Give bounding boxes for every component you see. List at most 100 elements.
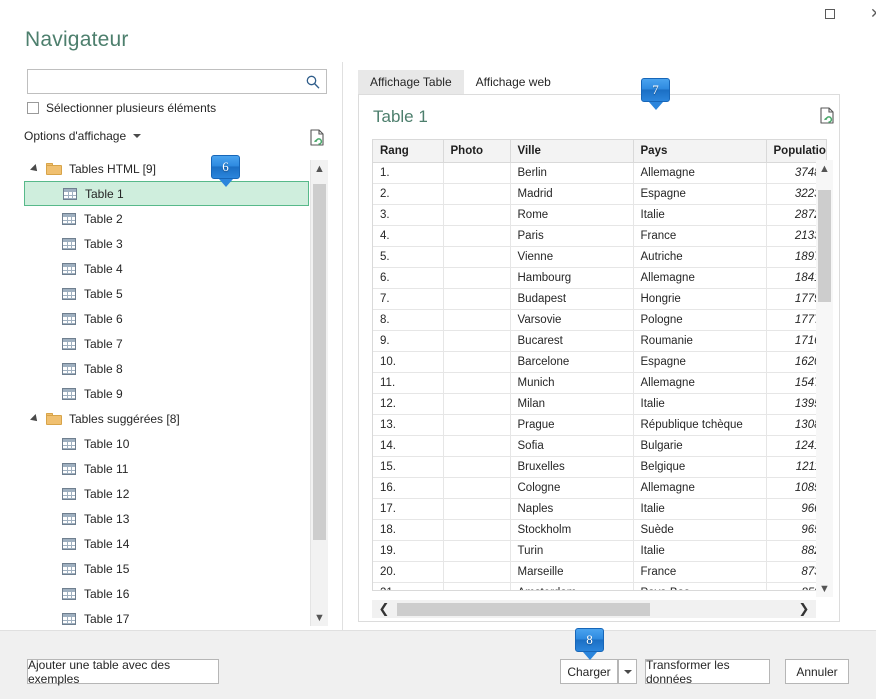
search-input[interactable]	[32, 72, 304, 93]
tree-item-table-1[interactable]: Table 1	[24, 181, 309, 206]
table-row[interactable]: 21.AmsterdamPays-Bas859	[373, 583, 827, 592]
close-button[interactable]: ✕	[853, 0, 876, 28]
cell-ville: Madrid	[510, 184, 633, 205]
table-row[interactable]: 3.RomeItalie2872	[373, 205, 827, 226]
data-grid[interactable]: Rang Photo Ville Pays Population 1.Berli…	[372, 139, 827, 591]
cell-photo	[443, 583, 510, 592]
tree-item-table-2[interactable]: Table 2	[24, 206, 309, 231]
cell-photo	[443, 289, 510, 310]
display-options-dropdown[interactable]: Options d'affichage	[24, 129, 141, 143]
column-header-pays[interactable]: Pays	[633, 140, 766, 163]
grid-horizontal-scrollbar-thumb[interactable]	[397, 603, 650, 616]
tree-scrollbar[interactable]: ▲ ▼	[310, 160, 328, 626]
tree-item-label: Table 11	[84, 462, 128, 476]
folder-icon	[46, 413, 62, 425]
scroll-up-icon[interactable]: ▲	[311, 160, 328, 177]
tree-item-label: Table 10	[84, 437, 129, 451]
select-multiple-row[interactable]: Sélectionner plusieurs éléments	[27, 101, 216, 115]
tree-scrollbar-thumb[interactable]	[313, 184, 326, 540]
tree-item-table-11[interactable]: Table 11	[24, 456, 309, 481]
tree-item-table-10[interactable]: Table 10	[24, 431, 309, 456]
cell-pays: Pologne	[633, 310, 766, 331]
grid-horizontal-scrollbar[interactable]: ❮ ❯	[372, 600, 816, 618]
table-row[interactable]: 10.BarceloneEspagne1620	[373, 352, 827, 373]
load-button[interactable]: Charger	[560, 659, 618, 684]
expand-collapse-icon[interactable]	[30, 164, 40, 174]
refresh-icon[interactable]	[310, 129, 325, 146]
tree-group-label: Tables HTML [9]	[69, 162, 156, 176]
tree-group-tables-html[interactable]: Tables HTML [9]	[24, 156, 309, 181]
tree-item-table-14[interactable]: Table 14	[24, 531, 309, 556]
cell-ville: Rome	[510, 205, 633, 226]
table-row[interactable]: 4.ParisFrance2133	[373, 226, 827, 247]
cell-pays: Pays-Bas	[633, 583, 766, 592]
cell-ville: Budapest	[510, 289, 633, 310]
scroll-down-icon[interactable]: ▼	[311, 609, 328, 626]
scroll-right-icon[interactable]: ❯	[792, 601, 816, 617]
cell-ville: Naples	[510, 499, 633, 520]
table-row[interactable]: 2.MadridEspagne3223	[373, 184, 827, 205]
add-example-table-button[interactable]: Ajouter une table avec des exemples	[27, 659, 219, 684]
table-row[interactable]: 17.NaplesItalie966	[373, 499, 827, 520]
preview-tabs[interactable]: Affichage Table Affichage web	[358, 70, 563, 94]
scroll-up-icon[interactable]: ▲	[816, 160, 833, 177]
maximize-icon	[825, 9, 835, 19]
tree-item-table-13[interactable]: Table 13	[24, 506, 309, 531]
navigator-tree[interactable]: Tables HTML [9] Table 1 Table 2 Table 3 …	[24, 156, 309, 626]
cell-photo	[443, 373, 510, 394]
grid-vertical-scrollbar-thumb[interactable]	[818, 190, 831, 302]
table-row[interactable]: 8.VarsoviePologne1777	[373, 310, 827, 331]
cell-pays: Allemagne	[633, 373, 766, 394]
search-box[interactable]	[27, 69, 327, 94]
table-row[interactable]: 14.SofiaBulgarie1241	[373, 436, 827, 457]
table-row[interactable]: 19.TurinItalie882	[373, 541, 827, 562]
table-row[interactable]: 20.MarseilleFrance873	[373, 562, 827, 583]
table-row[interactable]: 5.VienneAutriche1897	[373, 247, 827, 268]
tree-item-table-4[interactable]: Table 4	[24, 256, 309, 281]
table-row[interactable]: 7.BudapestHongrie1779	[373, 289, 827, 310]
search-icon[interactable]	[305, 74, 321, 90]
tree-item-table-9[interactable]: Table 9	[24, 381, 309, 406]
scroll-left-icon[interactable]: ❮	[372, 601, 396, 617]
column-header-rang[interactable]: Rang	[373, 140, 443, 163]
tree-item-table-5[interactable]: Table 5	[24, 281, 309, 306]
cell-pays: Allemagne	[633, 268, 766, 289]
tree-item-table-7[interactable]: Table 7	[24, 331, 309, 356]
callout-pointer	[583, 652, 597, 660]
tree-item-table-16[interactable]: Table 16	[24, 581, 309, 606]
expand-collapse-icon[interactable]	[30, 414, 40, 424]
table-row[interactable]: 11.MunichAllemagne1547	[373, 373, 827, 394]
tree-item-table-3[interactable]: Table 3	[24, 231, 309, 256]
table-row[interactable]: 12.MilanItalie1395	[373, 394, 827, 415]
transform-data-button[interactable]: Transformer les données	[645, 659, 770, 684]
tree-item-table-15[interactable]: Table 15	[24, 556, 309, 581]
table-row[interactable]: 9.BucarestRoumanie1716	[373, 331, 827, 352]
tree-group-tables-suggerees[interactable]: Tables suggérées [8]	[24, 406, 309, 431]
cell-ville: Munich	[510, 373, 633, 394]
select-multiple-checkbox[interactable]	[27, 102, 39, 114]
tree-item-table-8[interactable]: Table 8	[24, 356, 309, 381]
tree-item-table-6[interactable]: Table 6	[24, 306, 309, 331]
column-header-ville[interactable]: Ville	[510, 140, 633, 163]
table-row[interactable]: 1.BerlinAllemagne3748	[373, 163, 827, 184]
cancel-button[interactable]: Annuler	[785, 659, 849, 684]
cell-photo	[443, 331, 510, 352]
maximize-button[interactable]	[807, 0, 853, 28]
table-row[interactable]: 15.BruxellesBelgique1211	[373, 457, 827, 478]
column-header-photo[interactable]: Photo	[443, 140, 510, 163]
tree-item-table-17[interactable]: Table 17	[24, 606, 309, 626]
cell-rang: 9.	[373, 331, 443, 352]
table-row[interactable]: 13.PragueRépublique tchèque1308	[373, 415, 827, 436]
scroll-down-icon[interactable]: ▼	[816, 580, 833, 597]
table-row[interactable]: 16.CologneAllemagne1085	[373, 478, 827, 499]
tab-affichage-web[interactable]: Affichage web	[464, 70, 563, 94]
grid-vertical-scrollbar[interactable]: ▲ ▼	[816, 160, 833, 597]
tree-item-table-12[interactable]: Table 12	[24, 481, 309, 506]
load-dropdown-button[interactable]	[618, 659, 637, 684]
callout-badge-6: 6	[211, 155, 240, 185]
grid-horizontal-scrollbar-track[interactable]	[396, 603, 792, 616]
tab-affichage-table[interactable]: Affichage Table	[358, 70, 464, 94]
table-row[interactable]: 6.HambourgAllemagne1841	[373, 268, 827, 289]
table-row[interactable]: 18.StockholmSuède965	[373, 520, 827, 541]
refresh-icon[interactable]	[820, 107, 835, 124]
